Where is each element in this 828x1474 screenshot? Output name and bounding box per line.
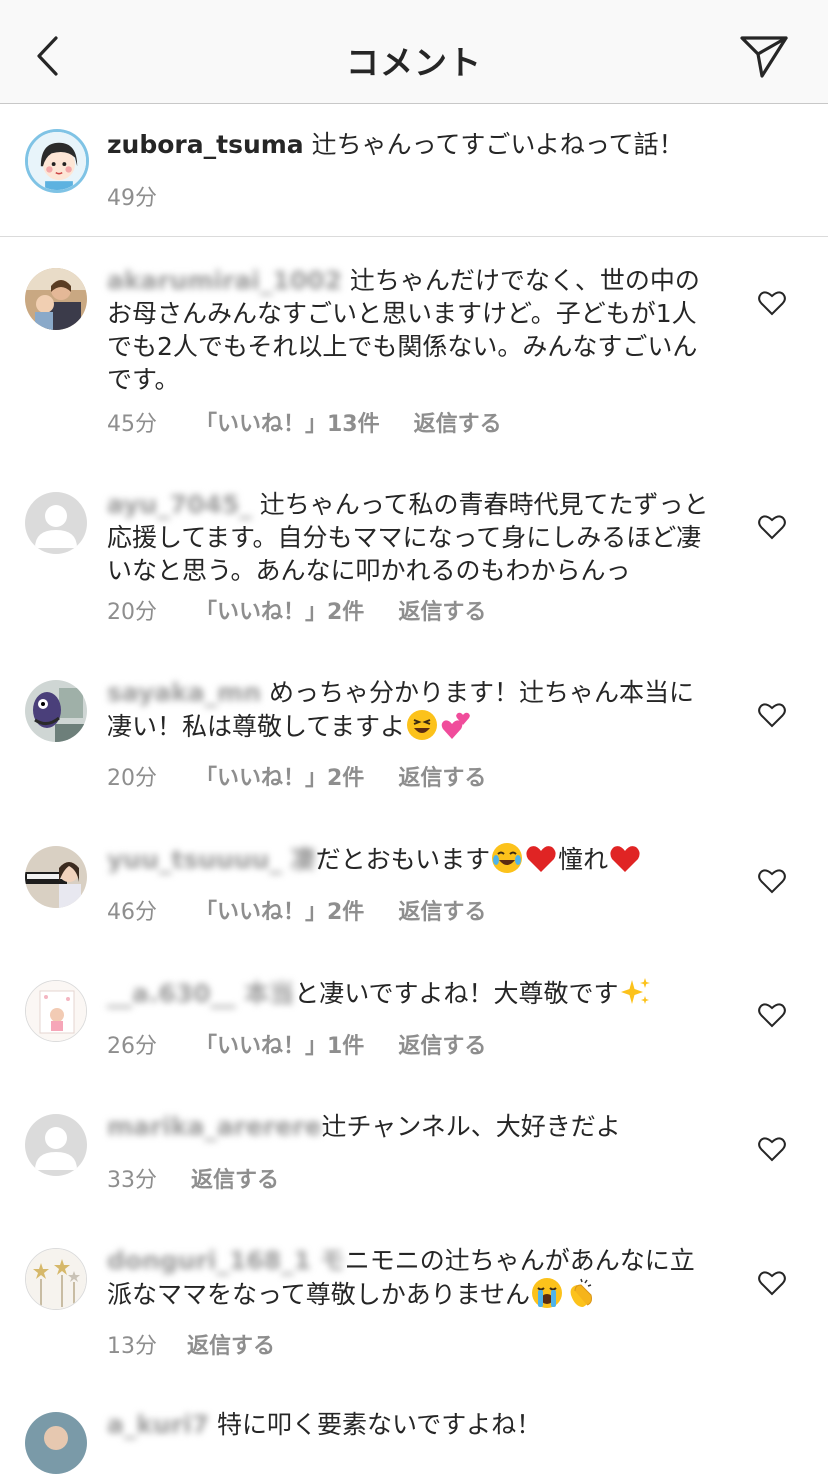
avatar[interactable] bbox=[25, 1248, 87, 1310]
comment-text: ayu_7045_ 辻ちゃんって私の青春時代見てたずっと応援してます。自分もママ… bbox=[107, 488, 717, 587]
tears-of-joy-emoji-icon bbox=[492, 843, 523, 873]
reply-button[interactable]: 返信する bbox=[414, 406, 502, 438]
comment-meta: 46分 「いいね！」2件 返信する bbox=[107, 894, 486, 926]
comment-meta: 26分 「いいね！」1件 返信する bbox=[107, 1028, 486, 1060]
comment-body: だとおもいます bbox=[315, 845, 491, 874]
comment-time: 45分 bbox=[107, 412, 157, 437]
heart-icon[interactable] bbox=[758, 1270, 786, 1296]
header-bar: コメント bbox=[0, 0, 828, 104]
two-hearts-emoji-icon bbox=[441, 712, 470, 739]
heart-icon[interactable] bbox=[758, 290, 786, 316]
send-icon[interactable] bbox=[738, 32, 790, 80]
avatar[interactable] bbox=[25, 492, 87, 554]
heart-icon[interactable] bbox=[758, 868, 786, 894]
loudly-crying-emoji-icon bbox=[532, 1278, 563, 1308]
avatar[interactable] bbox=[25, 980, 87, 1042]
comment-text: marika_arerere辻チャンネル、大好きだよ bbox=[107, 1110, 717, 1143]
comment-time: 20分 bbox=[107, 600, 157, 625]
reply-button[interactable]: 返信する bbox=[187, 1328, 275, 1360]
comment-text: __a.630__ 本当と凄いですよね！大尊敬です bbox=[107, 976, 717, 1010]
comment-body-after: 憧れ bbox=[558, 845, 609, 874]
caption-text: zubora_tsuma 辻ちゃんってすごいよねって話！ bbox=[107, 128, 717, 161]
avatar[interactable] bbox=[25, 1412, 87, 1474]
sparkles-emoji-icon bbox=[620, 978, 650, 1004]
caption-body: 辻ちゃんってすごいよねって話！ bbox=[303, 130, 684, 159]
comment-username[interactable]: __a.630__ 本当 bbox=[107, 979, 294, 1008]
heart-icon[interactable] bbox=[758, 1002, 786, 1028]
comment-text: akarumirai_1002 辻ちゃんだけでなく、世の中のお母さんみんなすごい… bbox=[107, 264, 717, 396]
caption: zubora_tsuma 辻ちゃんってすごいよねって話！ 49分 bbox=[0, 104, 828, 237]
reply-button[interactable]: 返信する bbox=[398, 894, 486, 926]
comment-time: 33分 bbox=[107, 1168, 157, 1193]
comment-meta: 20分 「いいね！」2件 返信する bbox=[107, 594, 486, 626]
clapping-hands-emoji-icon bbox=[570, 1278, 593, 1307]
likes-count[interactable]: 「いいね！」1件 bbox=[195, 1028, 364, 1060]
comment-username[interactable]: sayaka_mn bbox=[107, 678, 261, 707]
reply-button[interactable]: 返信する bbox=[398, 594, 486, 626]
heart-icon[interactable] bbox=[758, 702, 786, 728]
comment-username[interactable]: donguri_168_1 モ bbox=[107, 1246, 345, 1275]
comment-body: 辻チャンネル、大好きだよ bbox=[321, 1112, 621, 1141]
avatar[interactable] bbox=[25, 268, 87, 330]
comment-time: 26分 bbox=[107, 1034, 157, 1059]
caption-time: 49分 bbox=[107, 186, 157, 211]
comment-text: donguri_168_1 モニモニの辻ちゃんがあんなに立派なママをなって尊敬し… bbox=[107, 1244, 717, 1311]
comment-time: 13分 bbox=[107, 1334, 157, 1359]
comment-text: a_kuri7 特に叩く要素ないですよね！ bbox=[107, 1408, 717, 1441]
avatar[interactable] bbox=[25, 680, 87, 742]
heart-icon[interactable] bbox=[758, 1136, 786, 1162]
comment-meta: 20分 「いいね！」2件 返信する bbox=[107, 760, 486, 792]
comment-username[interactable]: akarumirai_1002 bbox=[107, 266, 342, 295]
likes-count[interactable]: 「いいね！」2件 bbox=[195, 894, 364, 926]
grinning-squint-emoji-icon bbox=[407, 710, 438, 740]
comment-body: 特に叩く要素ないですよね！ bbox=[209, 1410, 542, 1439]
red-heart-emoji-icon bbox=[610, 846, 640, 872]
comment-meta: 13分 返信する bbox=[107, 1328, 275, 1360]
comment-username[interactable]: marika_arerere bbox=[107, 1112, 322, 1141]
comment-username[interactable]: yuu_tsuuuu_ 凄 bbox=[107, 845, 316, 874]
comment-meta: 45分 「いいね！」13件 返信する bbox=[107, 406, 502, 438]
page-title: コメント bbox=[346, 43, 482, 82]
red-heart-emoji-icon bbox=[526, 846, 556, 872]
comment-meta: 33分 返信する bbox=[107, 1162, 279, 1194]
avatar[interactable] bbox=[25, 129, 89, 193]
comment-time: 20分 bbox=[107, 766, 157, 791]
comment-username[interactable]: a_kuri7 bbox=[107, 1410, 209, 1439]
caption-username[interactable]: zubora_tsuma bbox=[107, 130, 304, 159]
likes-count[interactable]: 「いいね！」2件 bbox=[195, 594, 364, 626]
reply-button[interactable]: 返信する bbox=[191, 1162, 279, 1194]
reply-button[interactable]: 返信する bbox=[398, 1028, 486, 1060]
reply-button[interactable]: 返信する bbox=[398, 760, 486, 792]
heart-icon[interactable] bbox=[758, 514, 786, 540]
avatar[interactable] bbox=[25, 1114, 87, 1176]
comment-body: と凄いですよね！大尊敬です bbox=[294, 979, 619, 1008]
comment-time: 46分 bbox=[107, 900, 157, 925]
avatar[interactable] bbox=[25, 846, 87, 908]
likes-count[interactable]: 「いいね！」13件 bbox=[195, 406, 380, 438]
comment-text: yuu_tsuuuu_ 凄だとおもいます 憧れ bbox=[107, 842, 717, 876]
comment-username[interactable]: ayu_7045_ bbox=[107, 490, 252, 519]
likes-count[interactable]: 「いいね！」2件 bbox=[195, 760, 364, 792]
comment-text: sayaka_mn めっちゃ分かります！辻ちゃん本当に凄い！私は尊敬してますよ bbox=[107, 676, 717, 743]
